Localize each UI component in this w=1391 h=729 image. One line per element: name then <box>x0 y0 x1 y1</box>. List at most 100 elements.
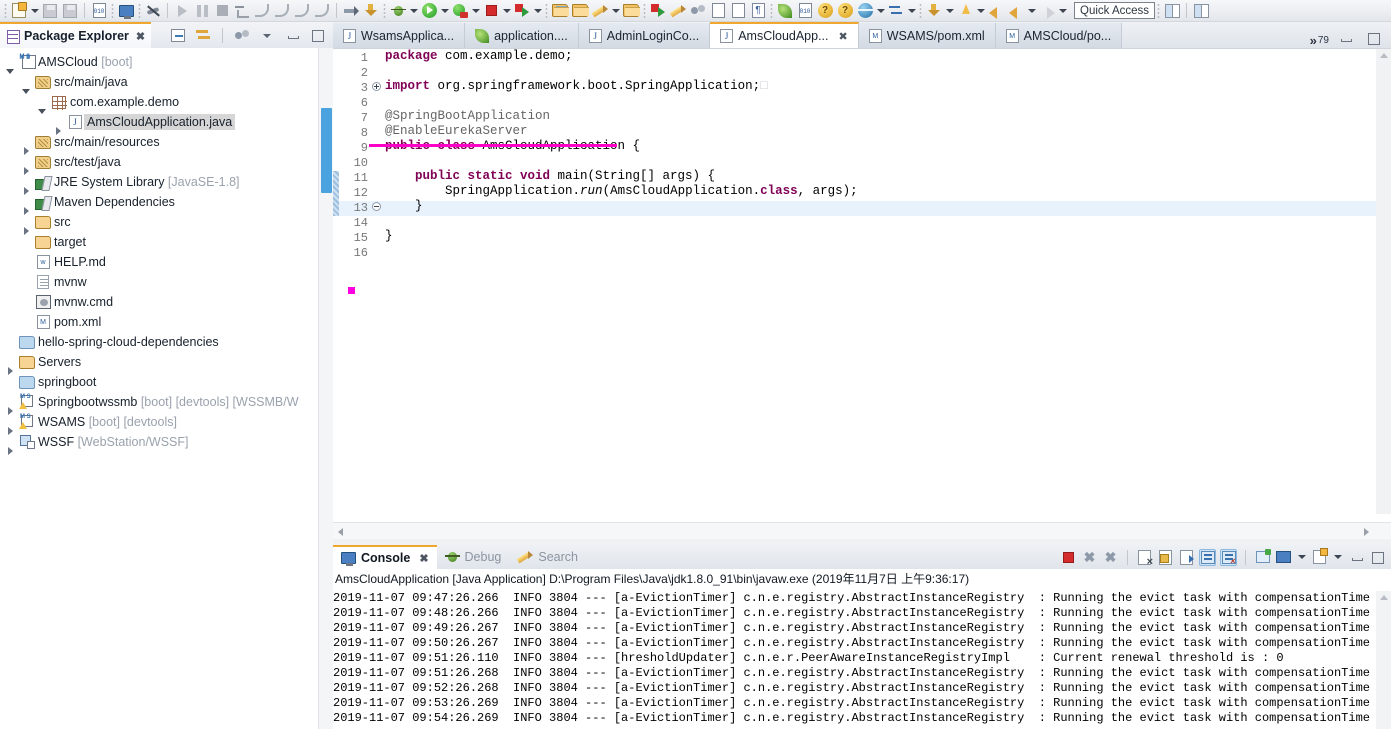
link-dropdown-icon[interactable] <box>906 1 917 21</box>
pin-console-icon[interactable] <box>1220 548 1237 566</box>
console-vertical-scrollbar[interactable] <box>1376 591 1391 729</box>
close-icon[interactable]: ✖ <box>136 30 145 43</box>
tree-item[interactable]: w HELP.md <box>0 252 316 272</box>
tree-item[interactable]: src/main/resources <box>0 132 316 155</box>
forward-icon[interactable] <box>1006 1 1026 21</box>
new-file-icon[interactable] <box>9 1 29 21</box>
tree-item[interactable]: mvnw <box>0 272 316 292</box>
new-dropdown-icon[interactable] <box>29 1 40 21</box>
fold-expand-icon[interactable] <box>372 82 381 91</box>
quick-access-input[interactable]: Quick Access <box>1074 2 1156 19</box>
tree-item[interactable]: M S Springbootwssmb [boot] [devtools] [WS… <box>0 392 316 415</box>
link-with-editor-icon[interactable] <box>193 25 213 45</box>
remove-all-launches-icon[interactable]: ✖ <box>1102 549 1119 566</box>
toolbar-grip[interactable] <box>643 3 646 18</box>
cheat-sheet-icon[interactable] <box>688 1 708 21</box>
upload-dropdown-icon[interactable] <box>975 1 986 21</box>
restart-server-icon[interactable] <box>512 1 532 21</box>
code-editor[interactable]: 1 2 3 6 7 8 9 10 11 12 13 14 15 16 package com.exampl… <box>333 48 1391 539</box>
run-as-server-icon[interactable] <box>450 1 470 21</box>
export-icon[interactable] <box>708 1 728 21</box>
create-getter-icon[interactable] <box>361 1 381 21</box>
tree-item[interactable]: com.example.demo <box>0 92 316 114</box>
console-tab[interactable]: Debug <box>437 545 510 569</box>
tree-item[interactable]: src <box>0 212 316 235</box>
paragraph-icon[interactable]: ¶ <box>748 1 768 21</box>
tree-item[interactable]: M SAMSCloud [boot] <box>0 52 316 74</box>
back-icon[interactable] <box>986 1 1006 21</box>
search-icon[interactable] <box>648 1 668 21</box>
help-blue-icon[interactable]: ? <box>815 1 835 21</box>
editor-tab-overflow[interactable]: » 79 <box>1304 33 1335 48</box>
tree-item[interactable]: hello-spring-cloud-dependencies <box>0 332 316 352</box>
close-icon[interactable]: ✖ <box>839 30 848 43</box>
stop-server-icon[interactable] <box>481 1 501 21</box>
new-console-view-icon[interactable] <box>1254 549 1271 566</box>
restart-dropdown-icon[interactable] <box>532 1 543 21</box>
editor-tab[interactable]: J AmsCloudApp... ✖ <box>710 22 859 48</box>
overview-marker-icon[interactable] <box>348 287 355 294</box>
tree-item[interactable]: target <box>0 232 316 252</box>
toolbar-grip[interactable] <box>383 3 386 18</box>
remove-launch-icon[interactable]: ✖ <box>1081 549 1098 566</box>
scrollbar-thumb[interactable] <box>321 108 332 193</box>
tree-item[interactable]: Mpom.xml <box>0 312 316 332</box>
new-java-class-icon[interactable] <box>341 1 361 21</box>
clear-console-icon[interactable] <box>1136 549 1153 568</box>
tree-item[interactable]: mvnw.cmd <box>0 292 316 312</box>
download-dropdown-icon[interactable] <box>944 1 955 21</box>
display-dropdown-icon[interactable] <box>1296 547 1307 567</box>
editor-vertical-scrollbar[interactable] <box>1376 49 1391 514</box>
maximize-icon[interactable] <box>1363 28 1383 48</box>
tree-item[interactable]: Maven Dependencies <box>0 192 316 215</box>
display-selected-console-icon[interactable] <box>1275 549 1292 566</box>
stop-dropdown-icon[interactable] <box>501 1 512 21</box>
tree-item[interactable]: JRE System Library [JavaSE-1.8] <box>0 172 316 195</box>
open-folder-icon[interactable] <box>550 1 570 21</box>
toolbar-grip[interactable] <box>4 3 7 18</box>
tree-item[interactable]: springboot <box>0 372 316 392</box>
toolbar-grip[interactable] <box>770 3 773 18</box>
scroll-left-icon[interactable] <box>338 528 343 536</box>
run-dropdown-icon[interactable] <box>439 1 450 21</box>
save-icon[interactable] <box>40 1 60 21</box>
scroll-up-icon[interactable] <box>1380 53 1388 58</box>
toolbar-grip[interactable] <box>138 3 141 18</box>
editor-tab[interactable]: J AdminLoginCo... <box>578 23 711 48</box>
terminate-icon[interactable] <box>212 1 232 21</box>
package-explorer-scrollbar[interactable] <box>318 48 333 729</box>
debug-icon[interactable] <box>388 1 408 21</box>
run-as-dropdown-icon[interactable] <box>470 1 481 21</box>
collapse-all-icon[interactable] <box>168 25 188 45</box>
toolbar-grip[interactable] <box>919 3 922 18</box>
word-wrap-icon[interactable] <box>1178 549 1195 566</box>
tree-item[interactable]: Servers <box>0 352 316 375</box>
step-return-icon[interactable] <box>272 1 292 21</box>
close-icon[interactable]: ✖ <box>419 552 428 565</box>
highlight-icon[interactable] <box>668 1 688 21</box>
scroll-up-icon[interactable] <box>1380 595 1388 600</box>
upload-icon[interactable] <box>955 1 975 21</box>
maximize-icon[interactable] <box>1368 549 1385 566</box>
run-icon[interactable] <box>419 1 439 21</box>
console-output[interactable]: 2019-11-07 09:47:26.266 INFO 3804 --- [a… <box>333 591 1376 729</box>
toggle-breakpoint-icon[interactable]: 010 <box>89 1 109 21</box>
minimize-icon[interactable] <box>1335 28 1355 48</box>
toolbar-grip[interactable] <box>1157 3 1161 18</box>
list-icon[interactable] <box>728 1 748 21</box>
download-icon[interactable] <box>924 1 944 21</box>
open-console-dropdown-icon[interactable] <box>1332 547 1343 567</box>
minimize-icon[interactable] <box>282 25 302 45</box>
suspend-icon[interactable] <box>192 1 212 21</box>
editor-tab[interactable]: application.... <box>465 23 579 48</box>
tree-item[interactable]: J AmsCloudApplication.java <box>0 112 316 135</box>
toolbar-grip[interactable] <box>545 3 548 18</box>
perspective-switch-icon[interactable] <box>1191 1 1211 21</box>
minimize-icon[interactable] <box>1347 549 1364 566</box>
use-step-filters-icon[interactable] <box>312 1 332 21</box>
toolbar-grip[interactable] <box>111 3 114 18</box>
code-text[interactable]: package com.example.demo; import org.spri… <box>385 49 1361 514</box>
maximize-icon[interactable] <box>307 25 327 45</box>
debug-dropdown-icon[interactable] <box>408 1 419 21</box>
view-menu-people-icon[interactable] <box>232 25 252 45</box>
